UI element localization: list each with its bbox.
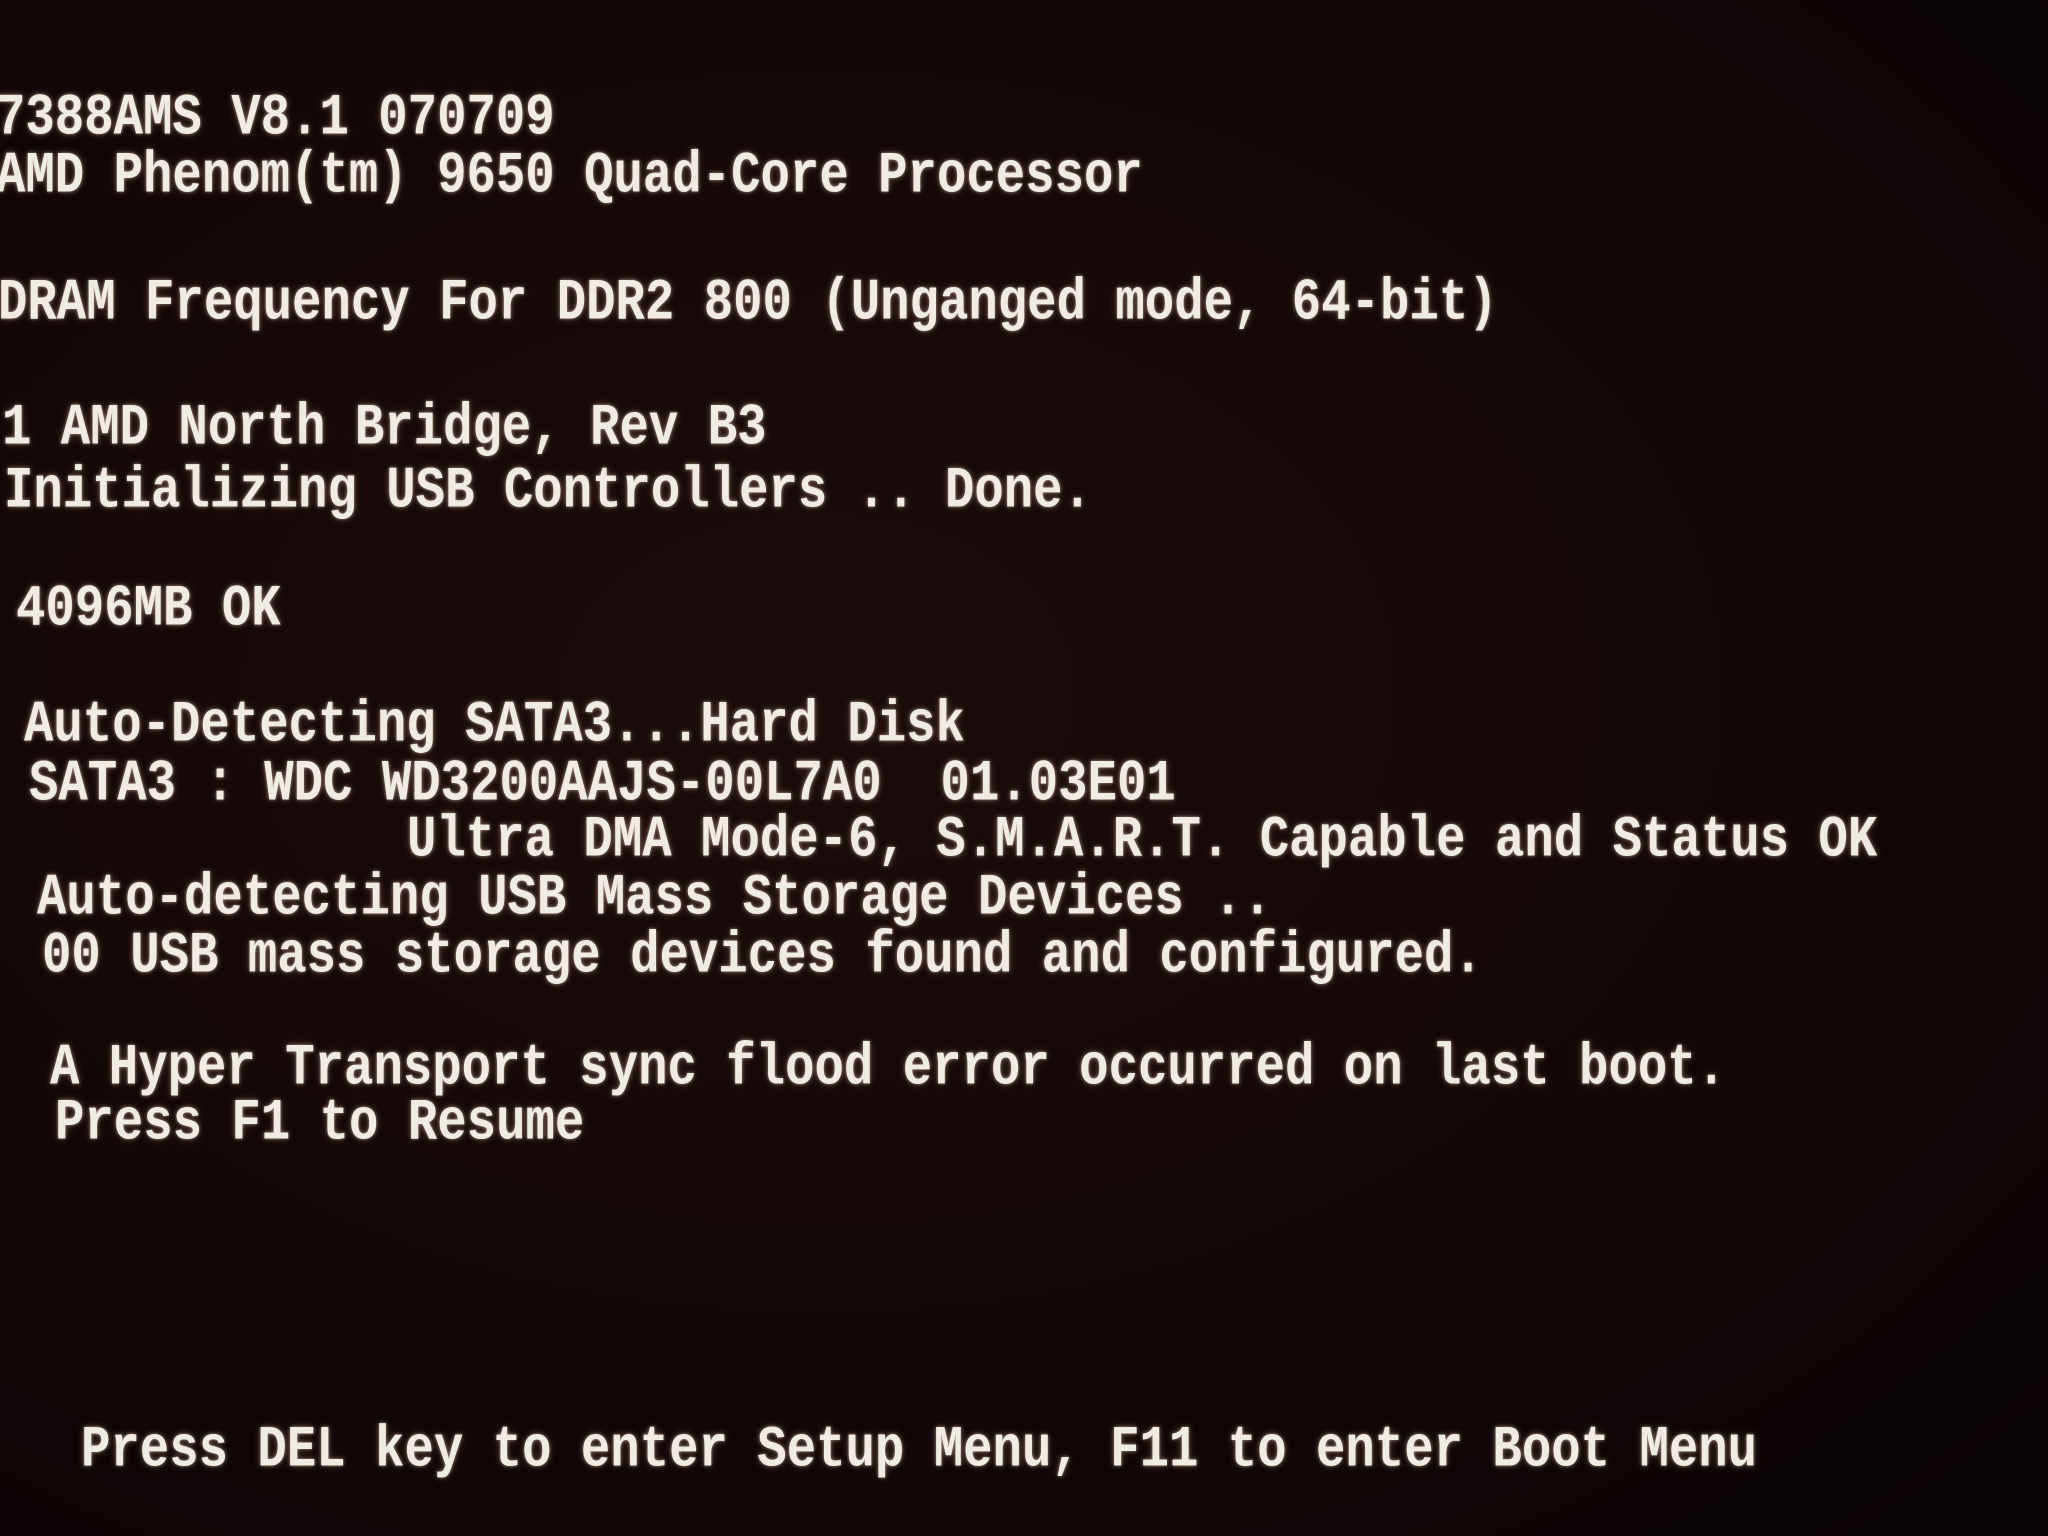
sata-status: Ultra DMA Mode-6, S.M.A.R.T. Capable and…: [407, 806, 1878, 874]
memory-status: 4096MB OK: [16, 575, 281, 643]
usb-found: 00 USB mass storage devices found and co…: [42, 922, 1483, 990]
cpu-info: AMD Phenom(tm) 9650 Quad-Core Processor: [0, 142, 1143, 210]
bios-post-screen: 7388AMS V8.1 070709 AMD Phenom(tm) 9650 …: [0, 0, 2048, 1536]
resume-prompt: Press F1 to Resume: [55, 1089, 585, 1157]
footer-prompt: Press DEL key to enter Setup Menu, F11 t…: [81, 1416, 1758, 1484]
usb-init-status: Initializing USB Controllers .. Done.: [4, 457, 1092, 525]
sata-detect: Auto-Detecting SATA3...Hard Disk: [24, 691, 965, 759]
sata-device: SATA3 : WDC WD3200AAJS-00L7A0 01.03E01: [29, 750, 1176, 818]
bios-version: 7388AMS V8.1 070709: [0, 84, 555, 152]
north-bridge-info: 1 AMD North Bridge, Rev B3: [2, 394, 767, 462]
dram-frequency: DRAM Frequency For DDR2 800 (Unganged mo…: [0, 269, 1498, 337]
usb-detect: Auto-detecting USB Mass Storage Devices …: [37, 864, 1273, 932]
